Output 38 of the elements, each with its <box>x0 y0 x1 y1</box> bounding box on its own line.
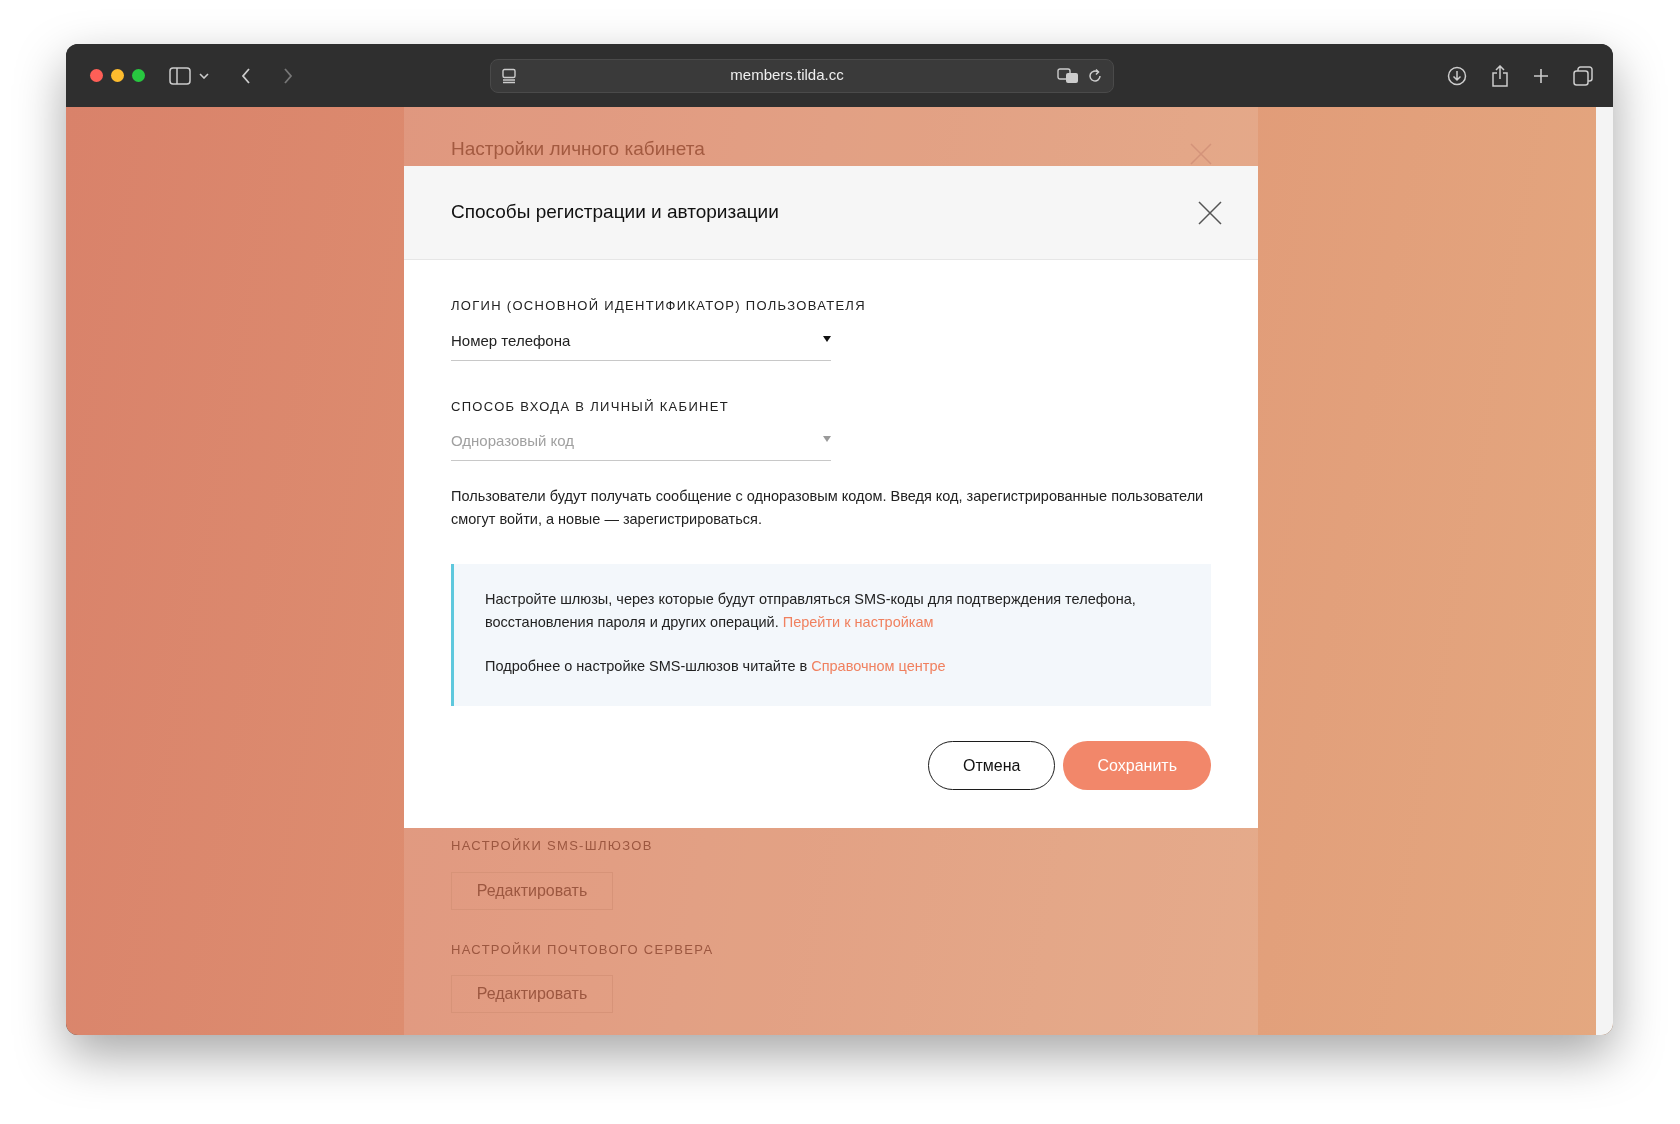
url-text: members.tilda.cc <box>729 65 845 86</box>
cancel-button[interactable]: Отмена <box>928 741 1056 790</box>
dropdown-value: Номер телефона <box>451 330 571 351</box>
caret-icon <box>823 436 831 442</box>
maximize-window-icon[interactable] <box>132 69 145 82</box>
help-link[interactable]: Справочном центре <box>811 658 946 674</box>
minimize-window-icon[interactable] <box>111 69 124 82</box>
info-text: Подробнее о настройке SMS-шлюзов читайте в Справочном центре <box>485 657 947 676</box>
save-button[interactable]: Сохранить <box>1063 741 1211 790</box>
caret-icon <box>823 335 831 342</box>
close-button[interactable] <box>1198 200 1222 225</box>
dropdown-value: Одноразовый код <box>451 431 575 451</box>
modal-title: Способы регистрации и авторизации <box>451 200 779 225</box>
close-window-icon[interactable] <box>90 69 103 82</box>
forward-icon[interactable] <box>283 67 293 84</box>
plus-icon[interactable] <box>1533 67 1549 84</box>
field-label: СПОСОБ ВХОДА В ЛИЧНЫЙ КАБИНЕТ <box>451 397 730 416</box>
back-icon[interactable] <box>241 67 251 84</box>
download-icon[interactable] <box>1447 65 1467 86</box>
address-bar[interactable]: members.tilda.cc <box>490 58 1114 93</box>
reader-icon[interactable] <box>501 67 517 84</box>
close-icon <box>1198 200 1222 225</box>
sidebar-icon[interactable] <box>169 66 191 85</box>
info-text: Настройте шлюзы, через которые будут отправляться SMS-коды для подтверждения телефона, восстановления пароля и других операций. Перейти к настройкам <box>485 590 1137 632</box>
edit-button[interactable]: Редактировать <box>451 975 613 1013</box>
share-icon[interactable] <box>1491 64 1509 87</box>
chevron-down-icon[interactable] <box>199 72 209 79</box>
edit-button[interactable]: Редактировать <box>451 871 613 910</box>
field-label: ЛОГИН (ОСНОВНОЙ ИДЕНТИФИКАТОР) ПОЛЬЗОВАТЕЛЯ <box>451 297 867 315</box>
help-link[interactable]: Перейти к настройкам <box>782 614 934 630</box>
dropdown-field[interactable]: Номер телефона <box>451 327 831 361</box>
tabs-icon[interactable] <box>1573 65 1593 86</box>
section-heading: НАСТРОЙКИ ПОЧТОВОГО СЕРВЕРА <box>450 940 715 959</box>
translate-icon[interactable] <box>1057 67 1079 84</box>
reload-icon[interactable] <box>1087 67 1103 84</box>
description-text: Пользователи будут получать сообщение с одноразовым кодом. Введя код, зарегистрированные пользователи смогут войти, а новые — зарегистрироваться. <box>451 487 1205 529</box>
section-heading: НАСТРОЙКИ SMS-ШЛЮЗОВ <box>450 837 654 855</box>
panel-title: Настройки личного кабинета <box>451 137 705 161</box>
